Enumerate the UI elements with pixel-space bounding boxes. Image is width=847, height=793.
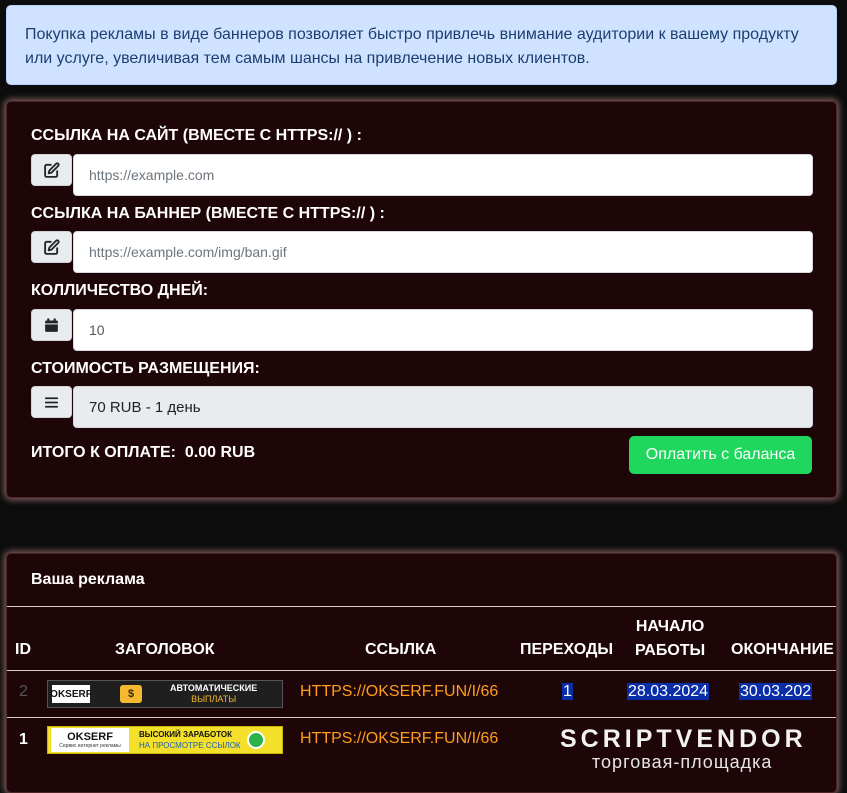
banner-text: ВЫСОКИЙ ЗАРАБОТОК	[139, 730, 232, 739]
cost-label: СТОИМОСТЬ РАЗМЕЩЕНИЯ:	[31, 360, 260, 377]
watermark-sub: торговая-площадка	[592, 752, 773, 772]
banner-text: ВЫПЛАТЫ	[191, 694, 237, 704]
row-end: 30.03.202	[739, 683, 813, 700]
banner-image[interactable]: OKSERF $ АВТОМАТИЧЕСКИЕ ВЫПЛАТЫ	[47, 680, 283, 708]
edit-icon	[31, 154, 72, 186]
cost-group: 70 RUB - 1 день	[31, 386, 813, 428]
info-alert: Покупка рекламы в виде баннеров позволяе…	[6, 5, 837, 85]
row-link[interactable]: HTTPS://OKSERF.FUN/I/66	[300, 730, 498, 748]
days-label: КОЛЛИЧЕСТВО ДНЕЙ:	[31, 282, 209, 299]
col-link: ССЫЛКА	[365, 641, 437, 658]
row-clicks: 1	[562, 683, 573, 700]
okserf-logo: OKSERF	[67, 731, 113, 743]
okserf-logo: OKSERF	[50, 685, 92, 703]
row-start: 28.03.2024	[627, 683, 710, 700]
site-url-input[interactable]: https://example.com	[73, 154, 813, 196]
divider	[7, 606, 836, 607]
banner-subtitle: Сервис интернет рекламы	[59, 743, 121, 749]
divider	[7, 670, 836, 671]
wallet-icon: $	[120, 685, 142, 703]
col-clicks: ПЕРЕХОДЫ	[520, 641, 614, 658]
watermark-brand: SCRIPTVENDOR	[560, 725, 807, 753]
link-icon	[246, 731, 265, 749]
list-icon	[31, 386, 72, 418]
banner-url-group: https://example.com/img/ban.gif	[31, 231, 813, 273]
col-start: НАЧАЛО РАБОТЫ	[635, 618, 706, 659]
ads-title: Ваша реклама	[31, 571, 145, 588]
site-url-group: https://example.com	[31, 154, 813, 196]
banner-url-label: ССЫЛКА НА БАННЕР (ВМЕСТЕ С HTTPS:// ) :	[31, 205, 385, 222]
row-link[interactable]: HTTPS://OKSERF.FUN/I/66	[300, 683, 498, 701]
col-id: ID	[15, 641, 31, 658]
site-url-label: ССЫЛКА НА САЙТ (ВМЕСТЕ С HTTPS:// ) :	[31, 127, 362, 144]
info-text: Покупка рекламы в виде баннеров позволяе…	[25, 26, 799, 67]
banner-order-form: ССЫЛКА НА САЙТ (ВМЕСТЕ С HTTPS:// ) : ht…	[6, 101, 837, 498]
row-id: 1	[19, 731, 28, 748]
banner-url-input[interactable]: https://example.com/img/ban.gif	[73, 231, 813, 273]
cost-select[interactable]: 70 RUB - 1 день	[73, 386, 813, 428]
banner-text: НА ПРОСМОТРЕ ССЫЛОК	[139, 741, 241, 750]
col-title: ЗАГОЛОВОК	[115, 641, 215, 658]
days-input[interactable]: 10	[73, 309, 813, 351]
divider	[7, 717, 836, 718]
total-value: 0.00 RUB	[184, 444, 256, 461]
total-amount: ИТОГО К ОПЛАТЕ: 0.00 RUB	[31, 444, 256, 461]
days-group: 10	[31, 309, 813, 351]
calendar-icon	[31, 309, 72, 341]
row-id: 2	[19, 683, 28, 700]
edit-icon	[31, 231, 72, 263]
col-end: ОКОНЧАНИЕ	[731, 641, 834, 658]
banner-image[interactable]: OKSERF Сервис интернет рекламы ВЫСОКИЙ З…	[47, 726, 283, 754]
banner-text: АВТОМАТИЧЕСКИЕ	[170, 683, 258, 693]
pay-from-balance-button[interactable]: Оплатить с баланса	[629, 436, 812, 474]
